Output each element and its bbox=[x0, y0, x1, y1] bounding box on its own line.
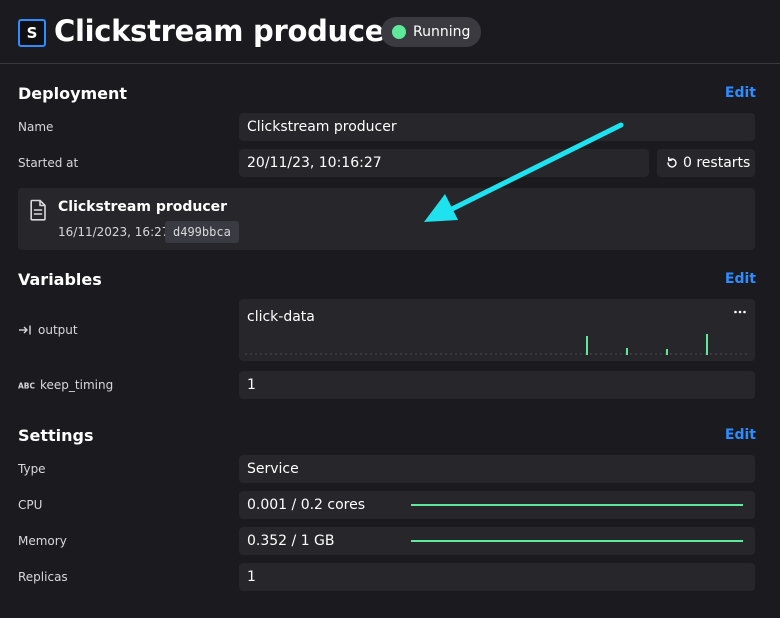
deployment-section-title: Deployment bbox=[18, 84, 128, 103]
restarts-count: 0 restarts bbox=[683, 155, 751, 171]
file-date: 16/11/2023, 16:27 bbox=[58, 225, 170, 239]
cpu-value: 0.001 / 0.2 cores bbox=[247, 497, 366, 513]
sparkline-spike bbox=[706, 334, 708, 355]
activity-sparkline bbox=[245, 334, 749, 355]
variable-keep-timing-label: ABC keep_timing bbox=[18, 378, 113, 392]
name-field: Clickstream producer bbox=[239, 113, 755, 141]
type-field: Service bbox=[239, 455, 755, 483]
document-icon bbox=[30, 199, 46, 221]
abc-text-icon: ABC bbox=[18, 382, 36, 391]
sparkline-spike bbox=[586, 336, 588, 355]
variables-edit-link[interactable]: Edit bbox=[725, 271, 756, 287]
status-dot-icon bbox=[392, 25, 406, 39]
replicas-field: 1 bbox=[239, 563, 755, 591]
deployment-file-card[interactable]: Clickstream producer 16/11/2023, 16:27 d… bbox=[18, 188, 755, 250]
file-name: Clickstream producer bbox=[58, 199, 228, 215]
variable-keep-timing-name: keep_timing bbox=[40, 378, 114, 392]
sparkline-spike bbox=[666, 349, 668, 355]
memory-value: 0.352 / 1 GB bbox=[247, 533, 335, 549]
variable-output-label: output bbox=[18, 323, 78, 337]
deployment-edit-link[interactable]: Edit bbox=[725, 85, 756, 101]
variable-keep-timing-field[interactable]: 1 bbox=[239, 371, 755, 399]
status-text: Running bbox=[413, 24, 471, 40]
replicas-label: Replicas bbox=[18, 570, 68, 584]
page-header: S Clickstream producer Running bbox=[0, 0, 780, 64]
cpu-usage-line bbox=[411, 504, 743, 506]
variable-output-value: click-data bbox=[247, 309, 315, 325]
type-label: Type bbox=[18, 462, 46, 476]
commit-badge: d499bbca bbox=[165, 221, 239, 243]
page-title: Clickstream producer bbox=[54, 14, 399, 48]
variable-output-card[interactable]: click-data bbox=[239, 299, 755, 361]
memory-label: Memory bbox=[18, 534, 67, 548]
more-options-icon[interactable] bbox=[733, 307, 747, 317]
settings-edit-link[interactable]: Edit bbox=[725, 427, 756, 443]
settings-section-title: Settings bbox=[18, 426, 94, 445]
restarts-button[interactable]: 0 restarts bbox=[657, 149, 755, 177]
restart-icon bbox=[667, 156, 677, 168]
sparkline-spike bbox=[626, 348, 628, 355]
started-at-label: Started at bbox=[18, 156, 79, 170]
memory-usage-line bbox=[411, 540, 743, 542]
status-badge: Running bbox=[381, 17, 481, 47]
svg-text:ABC: ABC bbox=[18, 382, 36, 391]
cpu-label: CPU bbox=[18, 498, 43, 512]
variable-output-name: output bbox=[38, 323, 78, 337]
name-label: Name bbox=[18, 120, 54, 134]
variables-section-title: Variables bbox=[18, 270, 102, 289]
app-badge-icon: S bbox=[18, 19, 46, 47]
output-arrow-icon bbox=[19, 325, 31, 335]
started-at-field: 20/11/23, 10:16:27 bbox=[239, 149, 649, 177]
